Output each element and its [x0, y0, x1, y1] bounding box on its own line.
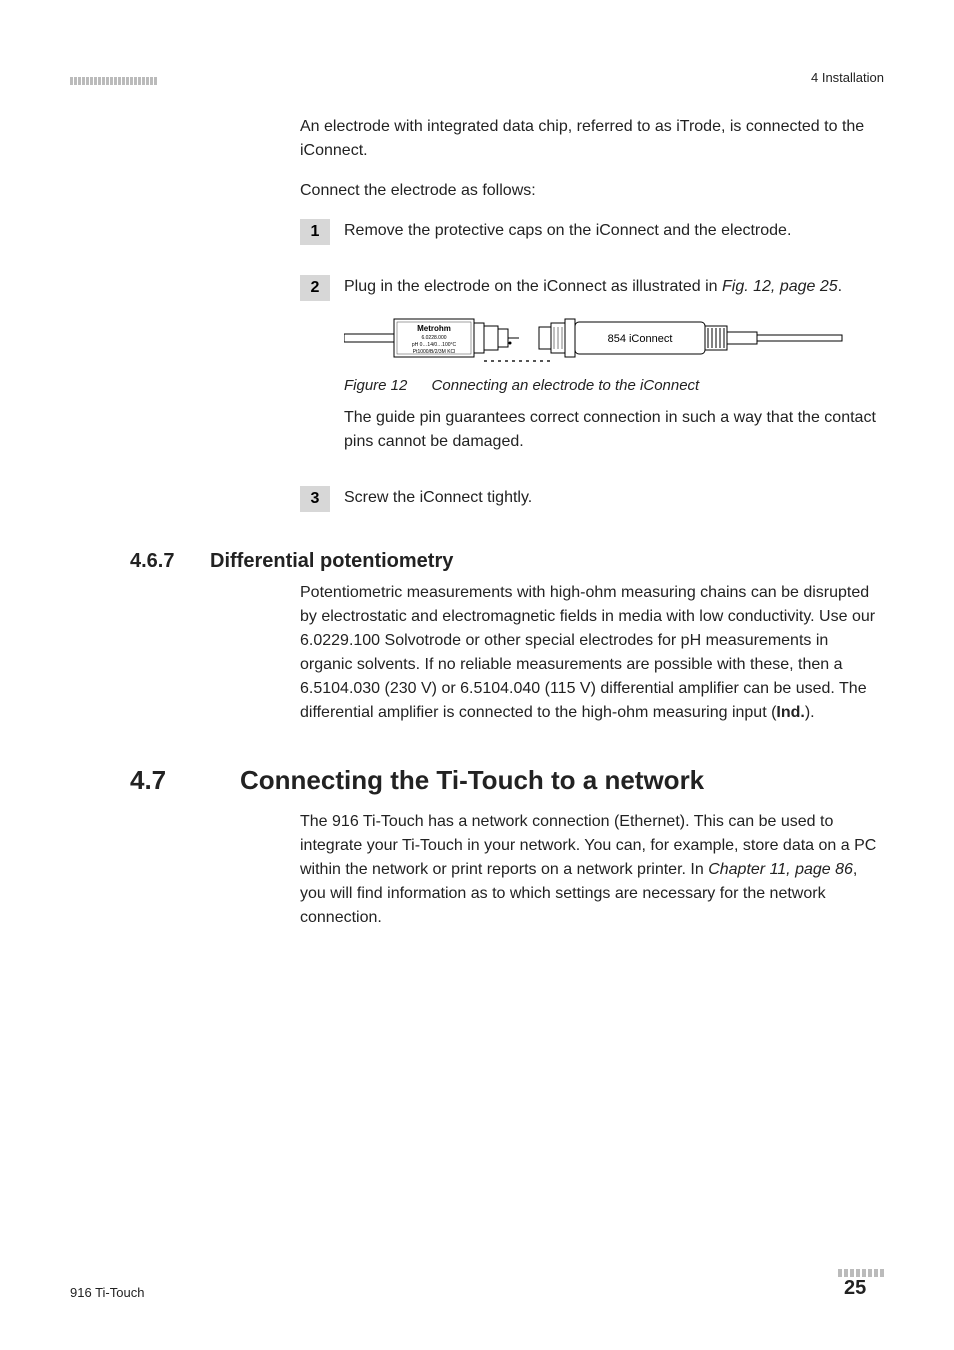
- section-4-6-7-body: Potentiometric measurements with high-oh…: [300, 581, 884, 725]
- step-2-after-figure: The guide pin guarantees correct connect…: [344, 406, 884, 454]
- footer-right: 25: [838, 1269, 884, 1300]
- fig-label-l2: pH 0…14/0…100°C: [412, 342, 457, 348]
- step-list: 1 Remove the protective caps on the iCon…: [300, 219, 884, 520]
- fig-label-l1: 6.0228.000: [421, 335, 446, 341]
- step-1: 1 Remove the protective caps on the iCon…: [300, 219, 884, 253]
- chapter-link[interactable]: Chapter 11, page 86: [708, 861, 853, 878]
- step-2: 2 Plug in the electrode on the iConnect …: [300, 275, 884, 464]
- step-1-text: Remove the protective caps on the iConne…: [344, 219, 884, 243]
- figure-caption: Figure 12 Connecting an electrode to the…: [344, 375, 884, 398]
- fig-label-iconnect: 854 iConnect: [608, 333, 673, 345]
- step-3: 3 Screw the iConnect tightly.: [300, 486, 884, 520]
- step-3-text: Screw the iConnect tightly.: [344, 486, 884, 510]
- page-footer: 916 Ti-Touch 25: [70, 1269, 884, 1300]
- figure-12: Metrohm 6.0228.000 pH 0…14/0…100°C Pt100…: [344, 309, 884, 398]
- step-number-1: 1: [300, 219, 330, 245]
- section-4-7-body: The 916 Ti-Touch has a network connectio…: [300, 810, 884, 930]
- page-number: 25: [844, 1277, 866, 1299]
- chapter-reference: 4 Installation: [811, 70, 884, 85]
- section-4-6-7-number: 4.6.7: [130, 550, 210, 573]
- footer-decoration: [838, 1269, 884, 1277]
- figure-link[interactable]: Fig. 12, page 25: [722, 278, 838, 295]
- step-number-3: 3: [300, 486, 330, 512]
- figure-caption-text: Connecting an electrode to the iConnect: [432, 377, 700, 394]
- footer-product: 916 Ti-Touch: [70, 1285, 144, 1300]
- section-4-6-7-title: Differential potentiometry: [210, 550, 453, 573]
- fig-label-l3: Pt1000/B/2/3M KCl: [413, 349, 456, 355]
- step-number-2: 2: [300, 275, 330, 301]
- step-2-text: Plug in the electrode on the iConnect as…: [344, 275, 884, 299]
- fig-label-brand: Metrohm: [417, 324, 451, 333]
- page-header: 4 Installation: [70, 70, 884, 85]
- intro-block: An electrode with integrated data chip, …: [300, 115, 884, 203]
- section-4-7-number: 4.7: [130, 765, 240, 796]
- intro-paragraph-1: An electrode with integrated data chip, …: [300, 115, 884, 163]
- intro-paragraph-2: Connect the electrode as follows:: [300, 179, 884, 203]
- section-4-7-heading: 4.7 Connecting the Ti-Touch to a network: [70, 765, 884, 796]
- section-4-7-title: Connecting the Ti-Touch to a network: [240, 765, 704, 796]
- header-decoration-left: [70, 77, 157, 85]
- iconnect-diagram-svg: Metrohm 6.0228.000 pH 0…14/0…100°C Pt100…: [344, 309, 844, 369]
- section-4-6-7-heading: 4.6.7 Differential potentiometry: [70, 550, 884, 573]
- figure-number: Figure 12: [344, 377, 407, 394]
